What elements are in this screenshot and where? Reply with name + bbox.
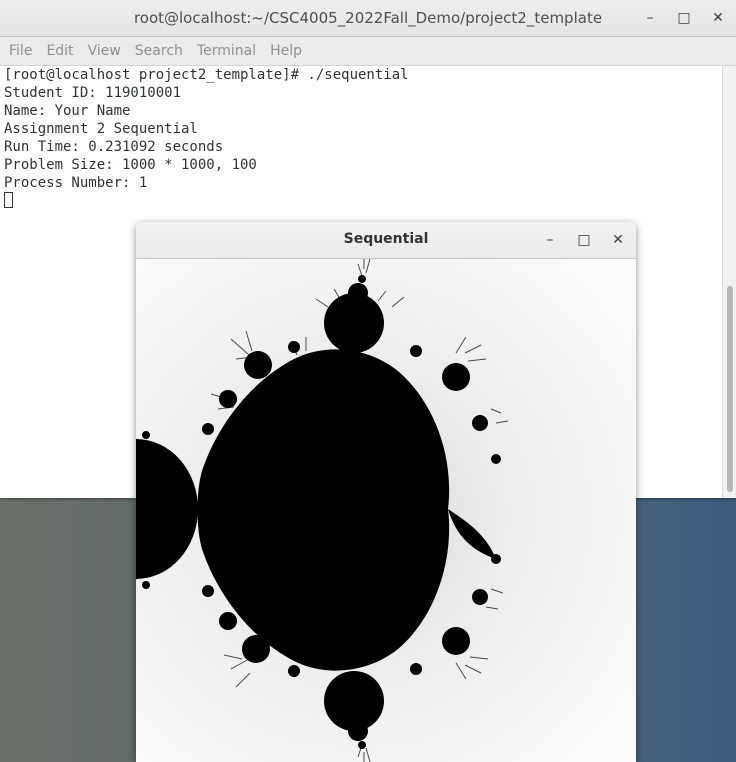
menu-view[interactable]: View (81, 43, 128, 59)
sequential-window: Sequential – □ ✕ (136, 222, 636, 762)
mandelbrot-image (136, 259, 636, 762)
menu-edit[interactable]: Edit (39, 43, 80, 59)
terminal-line-student-id: Student ID: 119010001 (4, 85, 182, 101)
terminal-line-name: Name: Your Name (4, 103, 131, 119)
terminal-title: root@localhost:~/CSC4005_2022Fall_Demo/p… (133, 9, 603, 27)
terminal-cursor (4, 192, 13, 208)
terminal-titlebar[interactable]: root@localhost:~/CSC4005_2022Fall_Demo/p… (0, 0, 736, 37)
maximize-icon[interactable]: □ (574, 230, 594, 250)
scrollbar-thumb[interactable] (727, 286, 733, 492)
sequential-titlebar[interactable]: Sequential – □ ✕ (136, 222, 636, 259)
menu-file[interactable]: File (2, 43, 39, 59)
terminal-line-run-time: Run Time: 0.231092 seconds (4, 139, 224, 155)
close-icon[interactable]: ✕ (608, 230, 628, 250)
terminal-command-line: [root@localhost project2_template]# ./se… (4, 67, 409, 83)
menu-help[interactable]: Help (263, 43, 309, 59)
menu-search[interactable]: Search (128, 43, 190, 59)
terminal-line-problem-size: Problem Size: 1000 * 1000, 100 (4, 157, 257, 173)
terminal-line-process-number: Process Number: 1 (4, 175, 148, 191)
terminal-scrollbar[interactable] (722, 66, 736, 498)
minimize-icon[interactable]: – (640, 8, 660, 28)
minimize-icon[interactable]: – (540, 230, 560, 250)
sequential-title: Sequential (343, 231, 429, 247)
terminal-line-assignment: Assignment 2 Sequential (4, 121, 198, 137)
menu-terminal[interactable]: Terminal (190, 43, 263, 59)
maximize-icon[interactable]: □ (674, 8, 694, 28)
terminal-menubar: File Edit View Search Terminal Help (0, 37, 736, 66)
close-icon[interactable]: ✕ (708, 8, 728, 28)
